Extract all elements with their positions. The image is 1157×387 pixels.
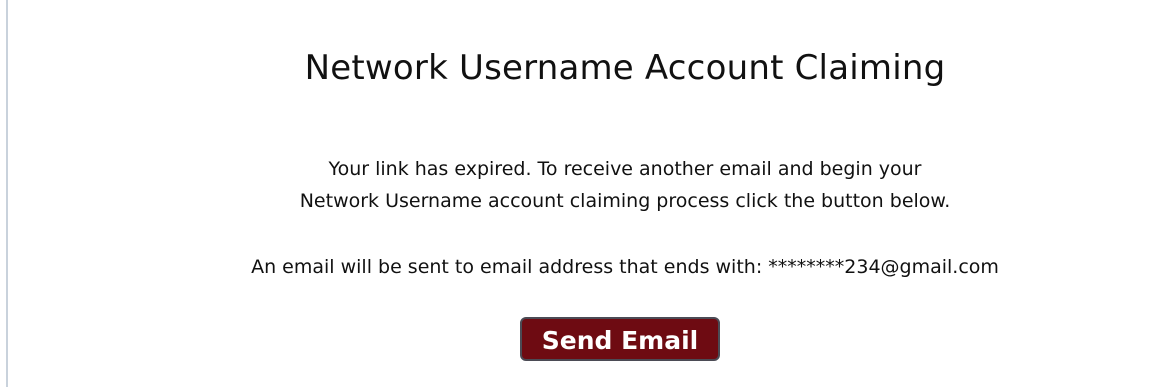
expired-link-message: Your link has expired. To receive anothe…: [0, 153, 1157, 217]
account-claiming-panel: Network Username Account Claiming Your l…: [0, 0, 1157, 387]
send-email-button[interactable]: Send Email: [520, 317, 720, 361]
page-title: Network Username Account Claiming: [304, 48, 946, 88]
email-destination-notice: An email will be sent to email address t…: [251, 256, 999, 278]
message-line-2: Network Username account claiming proces…: [299, 190, 951, 212]
button-container: Send Email: [0, 317, 1157, 361]
message-line-1: Your link has expired. To receive anothe…: [328, 158, 922, 180]
